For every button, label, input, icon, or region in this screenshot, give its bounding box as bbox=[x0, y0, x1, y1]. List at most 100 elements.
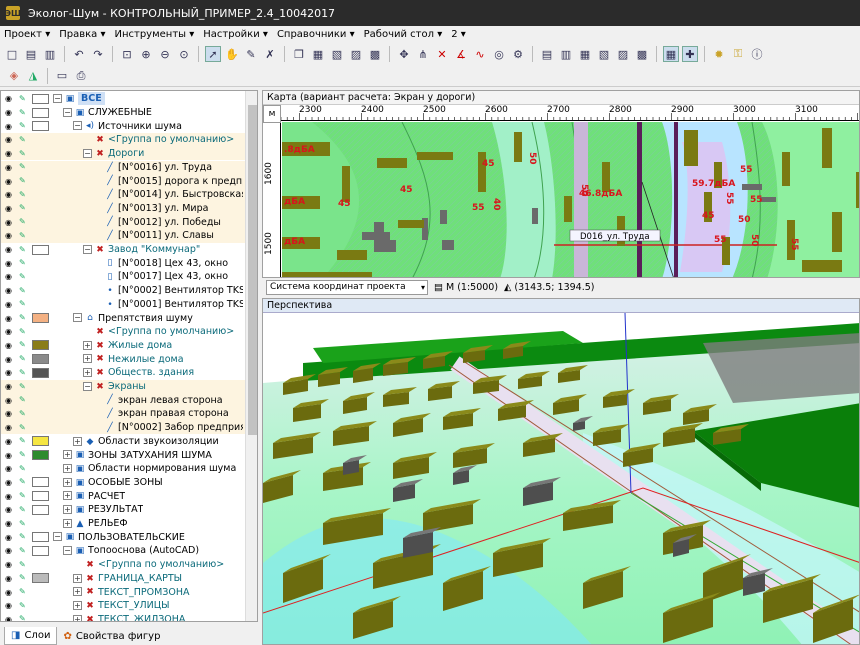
measure-icon[interactable]: ∡ bbox=[453, 46, 469, 62]
edit-lock-icon[interactable]: ✎ bbox=[19, 382, 29, 392]
expand-icon[interactable]: + bbox=[63, 477, 72, 487]
visibility-eye-icon[interactable]: ◉ bbox=[5, 492, 17, 501]
edit-lock-icon[interactable]: ✎ bbox=[19, 614, 29, 621]
collapse-icon[interactable]: − bbox=[63, 546, 72, 556]
edit-lock-icon[interactable]: ✎ bbox=[19, 217, 29, 227]
layer-row[interactable]: ◉ ✎ − ▣ ВСЕ bbox=[1, 92, 257, 106]
edit-shape-icon[interactable]: ✎ bbox=[243, 46, 259, 62]
edit-lock-icon[interactable]: ✎ bbox=[19, 409, 29, 419]
zoom-out-icon[interactable]: ⊖ bbox=[157, 46, 173, 62]
new-icon[interactable]: □ bbox=[4, 46, 20, 62]
layer-row[interactable]: ◉ ✎ ▯ [N°0018] Цех 43, окно bbox=[1, 256, 257, 270]
menu-item[interactable]: Правка ▾ bbox=[59, 29, 105, 40]
coord-system-select[interactable]: Система координат проекта ▾ bbox=[266, 279, 428, 295]
visibility-eye-icon[interactable]: ◉ bbox=[5, 368, 17, 377]
edit-lock-icon[interactable]: ✎ bbox=[19, 203, 29, 213]
undo-icon[interactable]: ↶ bbox=[71, 46, 87, 62]
visibility-eye-icon[interactable]: ◉ bbox=[5, 588, 17, 597]
layer-row[interactable]: ◉ ✎ ╱ экран левая сторона bbox=[1, 393, 257, 408]
tree-scrollbar-thumb[interactable] bbox=[248, 105, 257, 435]
visibility-eye-icon[interactable]: ◉ bbox=[5, 478, 17, 487]
layer-row[interactable]: ◉ ✎ + ▣ Области нормирования шума bbox=[1, 462, 257, 476]
menu-item[interactable]: Настройки ▾ bbox=[203, 29, 268, 40]
edit-lock-icon[interactable]: ✎ bbox=[19, 519, 29, 529]
visibility-eye-icon[interactable]: ◉ bbox=[5, 272, 17, 281]
menu-item[interactable]: 2 ▾ bbox=[451, 29, 466, 40]
layer-color-swatch[interactable] bbox=[32, 121, 49, 132]
render-icon[interactable]: ▭ bbox=[54, 68, 70, 84]
visibility-eye-icon[interactable]: ◉ bbox=[5, 204, 17, 213]
visibility-eye-icon[interactable]: ◉ bbox=[5, 314, 17, 323]
visibility-eye-icon[interactable]: ◉ bbox=[5, 341, 17, 350]
grid-toggle-icon[interactable]: ▦ bbox=[663, 46, 679, 62]
layer-row[interactable]: ◉ ✎ ╱ [N°0012] ул. Победы bbox=[1, 215, 257, 229]
collapse-icon[interactable]: − bbox=[53, 532, 62, 542]
layer-row[interactable]: ◉ ✎ + ✖ ТЕКСТ_УЛИЦЫ bbox=[1, 599, 257, 613]
visibility-eye-icon[interactable]: ◉ bbox=[5, 355, 17, 364]
layer-color-swatch[interactable] bbox=[32, 504, 49, 515]
visibility-eye-icon[interactable]: ◉ bbox=[5, 437, 17, 446]
layer-row[interactable]: ◉ ✎ + ▣ ЗОНЫ ЗАТУХАНИЯ ШУМА bbox=[1, 448, 257, 462]
layer-color-swatch[interactable] bbox=[32, 436, 49, 447]
menu-item[interactable]: Проект ▾ bbox=[4, 29, 50, 40]
layer-row[interactable]: ◉ ✎ + ▣ РАСЧЕТ bbox=[1, 489, 257, 503]
layer-down-icon[interactable]: ▧ bbox=[329, 46, 345, 62]
expand-icon[interactable]: + bbox=[73, 587, 82, 597]
expand-icon[interactable]: + bbox=[73, 600, 82, 610]
layer-color-swatch[interactable] bbox=[32, 573, 49, 584]
visibility-eye-icon[interactable]: ◉ bbox=[5, 177, 17, 186]
hint-bulb-icon[interactable]: ✹ bbox=[711, 46, 727, 62]
edit-lock-icon[interactable]: ✎ bbox=[19, 272, 29, 282]
layer-color-swatch[interactable] bbox=[32, 545, 49, 556]
layer-up-icon[interactable]: ▦ bbox=[310, 46, 326, 62]
visibility-eye-icon[interactable]: ◉ bbox=[5, 574, 17, 583]
edit-lock-icon[interactable]: ✎ bbox=[19, 491, 29, 501]
pan-icon[interactable]: ✋ bbox=[224, 46, 240, 62]
layer-row[interactable]: ◉ ✎ ╱ [N°0016] ул. Труда bbox=[1, 160, 257, 175]
visibility-eye-icon[interactable]: ◉ bbox=[5, 533, 17, 542]
edit-lock-icon[interactable]: ✎ bbox=[19, 231, 29, 241]
collapse-icon[interactable]: − bbox=[83, 148, 92, 158]
layer-row[interactable]: ◉ ✎ + ✖ Нежилые дома bbox=[1, 352, 257, 366]
layer-row[interactable]: ◉ ✎ + ✖ ТЕКСТ_ЖИЛЗОНА bbox=[1, 613, 257, 621]
layer-color-swatch[interactable] bbox=[32, 354, 49, 365]
edit-lock-icon[interactable]: ✎ bbox=[19, 121, 29, 131]
layer-color-swatch[interactable] bbox=[32, 532, 49, 543]
edit-lock-icon[interactable]: ✎ bbox=[19, 190, 29, 200]
visibility-eye-icon[interactable]: ◉ bbox=[5, 286, 17, 295]
visibility-eye-icon[interactable]: ◉ bbox=[5, 601, 17, 610]
snap-toggle-icon[interactable]: ✚ bbox=[682, 46, 698, 62]
visibility-eye-icon[interactable]: ◉ bbox=[5, 560, 17, 569]
settings-gear-icon[interactable]: ⚙ bbox=[510, 46, 526, 62]
layer-row[interactable]: ◉ ✎ − ▣ СЛУЖЕБНЫЕ bbox=[1, 106, 257, 120]
edit-lock-icon[interactable]: ✎ bbox=[19, 162, 29, 172]
edit-lock-icon[interactable]: ✎ bbox=[19, 573, 29, 583]
expand-icon[interactable]: + bbox=[63, 505, 72, 514]
edit-lock-icon[interactable]: ✎ bbox=[19, 587, 29, 597]
key-icon[interactable]: ⚿ bbox=[730, 46, 746, 62]
edit-lock-icon[interactable]: ✎ bbox=[19, 354, 29, 364]
collapse-icon[interactable]: − bbox=[83, 381, 92, 391]
cut-icon[interactable]: ✕ bbox=[434, 46, 450, 62]
layer-row[interactable]: ◉ ✎ ▯ [N°0017] Цех 43, окно bbox=[1, 270, 257, 284]
layer-color-swatch[interactable] bbox=[32, 491, 49, 502]
expand-icon[interactable]: + bbox=[83, 354, 92, 364]
visibility-eye-icon[interactable]: ◉ bbox=[5, 231, 17, 240]
tool-d-icon[interactable]: ▧ bbox=[596, 46, 612, 62]
scale-indicator[interactable]: ▤ М (1:5000) bbox=[434, 282, 498, 293]
edit-lock-icon[interactable]: ✎ bbox=[19, 299, 29, 309]
delete-shape-icon[interactable]: ✗ bbox=[262, 46, 278, 62]
visibility-eye-icon[interactable]: ◉ bbox=[5, 245, 17, 254]
layer-row[interactable]: ◉ ✎ + ▣ ОСОБЫЕ ЗОНЫ bbox=[1, 476, 257, 490]
edit-lock-icon[interactable]: ✎ bbox=[19, 464, 29, 474]
spline-icon[interactable]: ∿ bbox=[472, 46, 488, 62]
visibility-eye-icon[interactable]: ◉ bbox=[5, 122, 17, 131]
tool-e-icon[interactable]: ▨ bbox=[615, 46, 631, 62]
layer-color-swatch[interactable] bbox=[32, 244, 49, 255]
layer-row[interactable]: ◉✎ ╱ [N°0015] дорога к предпр... bbox=[1, 174, 257, 188]
expand-icon[interactable]: + bbox=[73, 614, 82, 621]
copy-icon[interactable]: ❐ bbox=[291, 46, 307, 62]
expand-icon[interactable]: + bbox=[63, 518, 72, 528]
layer-row[interactable]: ◉ ✎ ✖ <Группа по умолчанию> bbox=[1, 133, 257, 147]
tab-shape-properties[interactable]: ✿ Свойства фигур bbox=[57, 627, 166, 645]
